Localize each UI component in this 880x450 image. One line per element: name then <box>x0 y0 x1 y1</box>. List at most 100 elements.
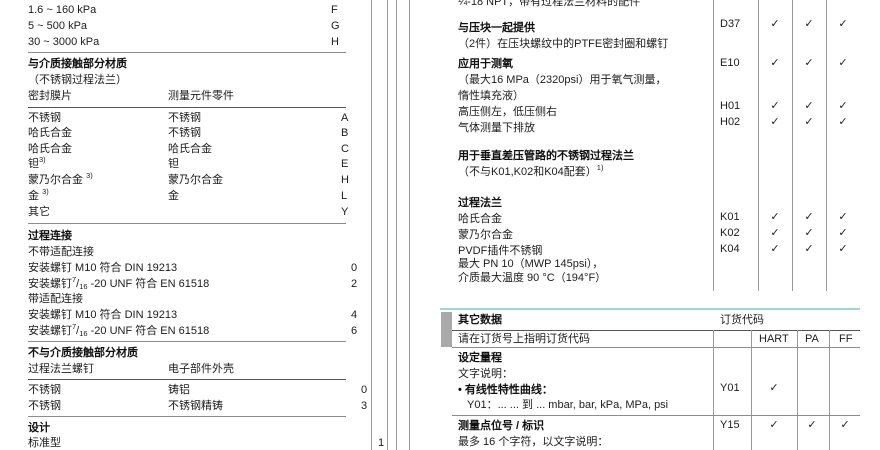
check-icon: ✓ <box>838 100 848 112</box>
range-row-label: 30 ~ 3000 kPa <box>28 36 100 48</box>
row-divider <box>452 415 860 416</box>
material-row: 不锈钢 <box>28 384 61 396</box>
order-code: 2 <box>351 278 358 290</box>
table-column-rule <box>797 330 798 450</box>
page-gutter-rule <box>409 0 410 450</box>
order-code: K02 <box>720 227 740 239</box>
option-title: 过程法兰 <box>458 197 502 209</box>
option-description: （2件）在压块螺纹中的PTFE密封圈和螺钉 <box>458 38 669 50</box>
order-code: 1 <box>378 437 385 449</box>
material-row: 哈氏合金 <box>28 127 72 139</box>
option-description: 惰性填充液） <box>458 90 524 102</box>
footnote-ref: 1) <box>596 163 604 172</box>
order-code: K04 <box>720 243 740 255</box>
section-divider <box>28 52 346 53</box>
material-row: 其它 <box>28 206 50 218</box>
column-header-diaphragm: 密封膜片 <box>28 90 72 102</box>
table-column-rule <box>792 0 793 291</box>
instruction-text: 请在订货号上指明订货代码 <box>458 333 590 345</box>
page-gutter-rule <box>396 0 397 450</box>
header-divider <box>28 107 346 108</box>
connection-suffix: -20 UNF 符合 EN 61518 <box>87 325 210 337</box>
option-example: Y01：... ... 到 ... mbar, bar, kPa, MPa, p… <box>467 399 669 411</box>
group-label: 带适配连接 <box>28 293 83 305</box>
order-code: 0 <box>361 384 368 396</box>
connection-row: 安装螺钉 M10 符合 DIN 19213 <box>28 262 178 274</box>
material-row-parts: 不锈钢 <box>168 127 201 139</box>
check-icon: ✓ <box>769 419 779 431</box>
code-column-rule <box>371 0 372 450</box>
material-row-housing: 不锈钢精铸 <box>168 400 223 412</box>
order-code: K01 <box>720 211 740 223</box>
option-description: （最大16 MPa（2320psi）用于氧气测量， <box>458 74 667 86</box>
option-limit: 介质最大温度 90 °C（194°F） <box>458 272 607 284</box>
material-row-parts: 蒙乃尔合金 <box>168 174 223 186</box>
order-code: Y <box>341 206 349 218</box>
material-row: 金 3) <box>28 188 49 204</box>
material-row-parts: 金 <box>168 190 179 202</box>
order-code: Y15 <box>720 419 740 431</box>
npt-note: ¼-18 NPT，带有过程法兰材料的配件 <box>458 0 641 8</box>
material-name: 蒙乃尔合金 <box>28 174 87 186</box>
option-bullet: • 有线性特性曲线： <box>458 384 553 396</box>
catalog-page: 1.6 ~ 160 kPa F 5 ~ 500 kPa G 30 ~ 3000 … <box>0 0 880 450</box>
order-code: H02 <box>720 116 741 128</box>
row-divider <box>452 347 860 348</box>
material-row-parts: 钽 <box>168 158 179 170</box>
table-column-rule <box>826 0 827 291</box>
section-title: 与介质接触部分材质 <box>28 58 127 70</box>
connection-row: 安装螺钉7/16 -20 UNF 符合 EN 61518 <box>28 276 209 292</box>
check-icon: ✓ <box>838 243 848 255</box>
option-description-text: （不与K01,K02和K04配套） <box>458 166 597 178</box>
check-icon: ✓ <box>804 211 814 223</box>
check-icon: ✓ <box>838 227 848 239</box>
option-title: 与压块一起提供 <box>458 22 535 34</box>
material-row-parts: 不锈钢 <box>168 112 201 124</box>
check-icon: ✓ <box>804 243 814 255</box>
check-icon: ✓ <box>770 18 780 30</box>
fraction-denominator: 16 <box>79 282 88 291</box>
check-icon: ✓ <box>838 116 848 128</box>
section-title: 设计 <box>28 422 50 434</box>
option-title: 用于垂直差压管路的不锈钢过程法兰 <box>458 150 634 162</box>
check-icon: ✓ <box>770 116 780 128</box>
option-label: 蒙乃尔合金 <box>458 229 513 241</box>
section-title: 不与介质接触部分材质 <box>28 347 138 359</box>
order-code: A <box>341 112 349 124</box>
option-description: （不与K01,K02和K04配套）1) <box>458 164 603 180</box>
order-code: E10 <box>720 57 740 69</box>
check-icon: ✓ <box>769 382 779 394</box>
column-header-screws: 过程法兰螺钉 <box>28 363 94 375</box>
protocol-header-pa: PA <box>805 333 819 345</box>
option-label: 气体测量下排放 <box>458 122 535 134</box>
section-divider <box>28 416 346 417</box>
section-title: 过程连接 <box>28 230 72 242</box>
protocol-header-ff: FF <box>839 333 853 345</box>
footnote-ref: 3) <box>39 155 46 164</box>
column-header-parts: 测量元件零件 <box>168 90 234 102</box>
check-icon: ✓ <box>770 57 780 69</box>
material-row-housing: 铸铝 <box>168 384 190 396</box>
design-row: 标准型 <box>28 437 61 449</box>
check-icon: ✓ <box>770 211 780 223</box>
range-row-label: 1.6 ~ 160 kPa <box>28 4 97 16</box>
option-limit: 最大 PN 10（MWP 145psi）， <box>458 258 604 270</box>
table-column-rule <box>758 0 759 291</box>
order-code: G <box>331 20 340 32</box>
order-code: H <box>331 36 339 48</box>
option-label: 高压侧左，低压侧右 <box>458 106 557 118</box>
section-title: 其它数据 <box>458 314 502 326</box>
check-icon: ✓ <box>804 18 814 30</box>
order-code: C <box>341 143 349 155</box>
material-name: 钽 <box>28 158 39 170</box>
material-name: 金 <box>28 190 43 202</box>
order-code: L <box>341 190 348 202</box>
option-title: 应用于测氧 <box>458 58 513 70</box>
check-icon: ✓ <box>770 243 780 255</box>
protocol-header-hart: HART <box>759 333 789 345</box>
fraction-denominator: 16 <box>79 329 88 338</box>
check-icon: ✓ <box>838 18 848 30</box>
order-code: 4 <box>351 309 358 321</box>
order-code: H01 <box>720 100 741 112</box>
order-code-header: 订货代码 <box>720 314 764 326</box>
